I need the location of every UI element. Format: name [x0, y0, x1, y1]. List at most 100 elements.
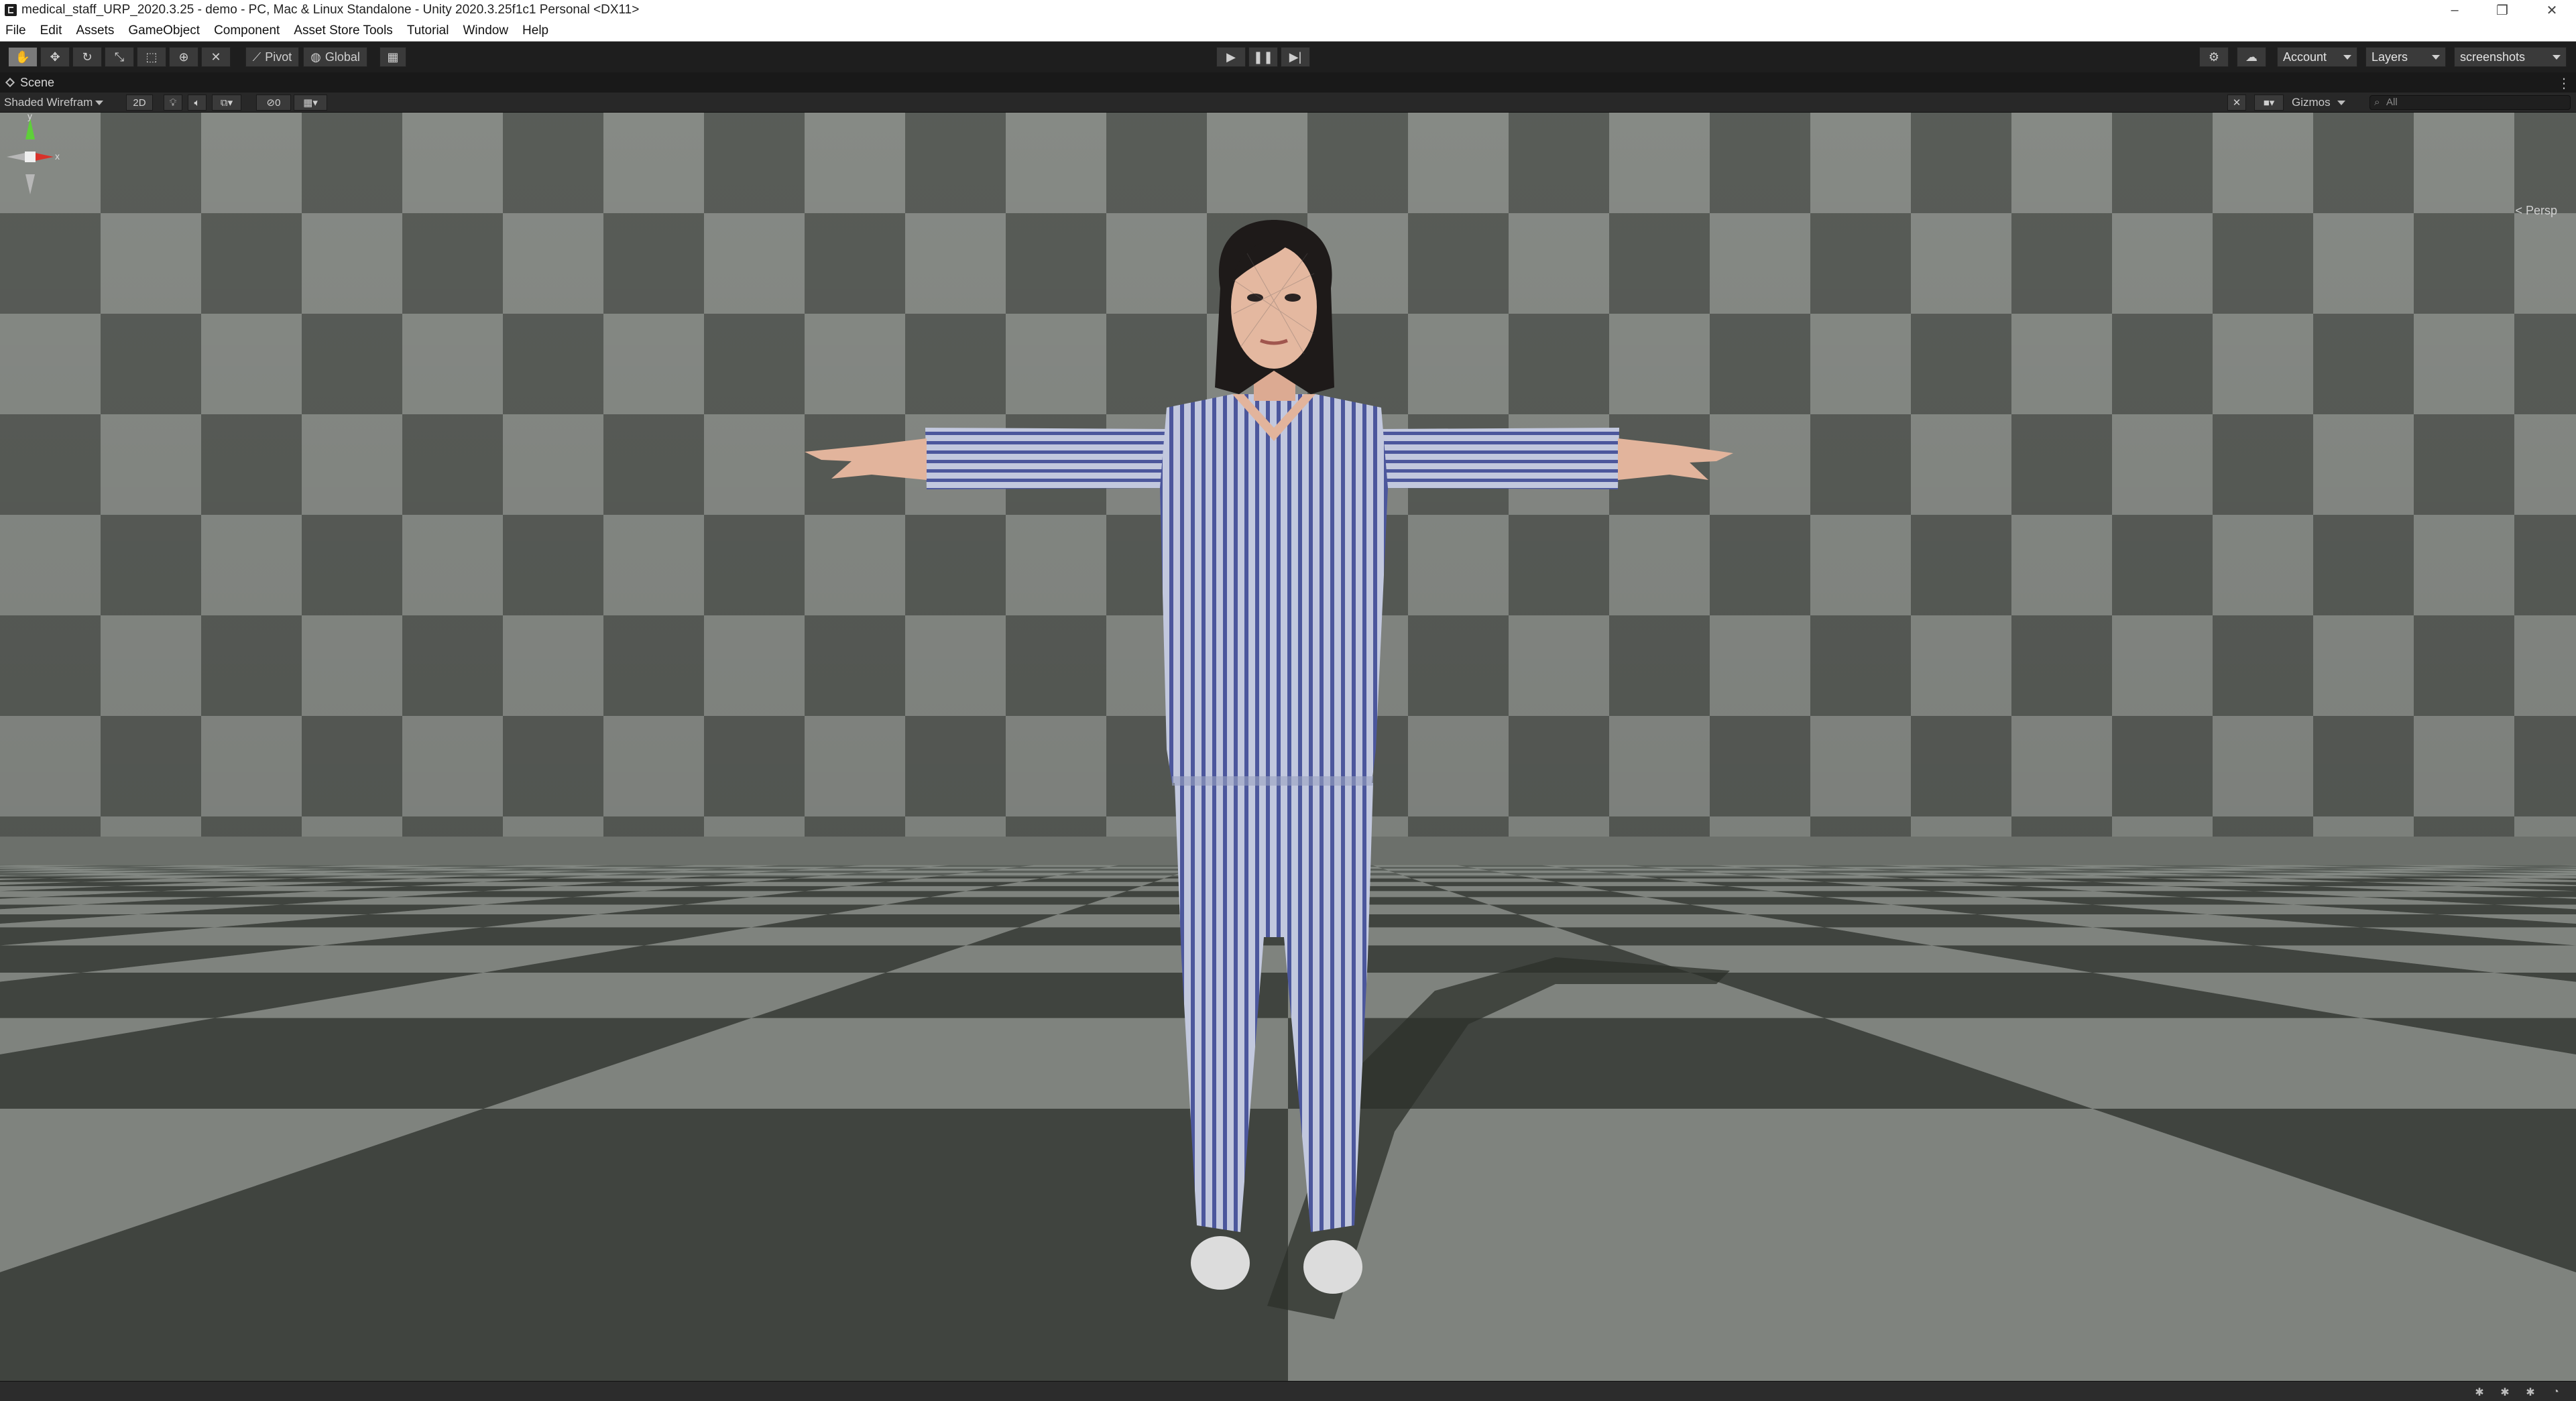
step-button[interactable]: ▶|	[1281, 47, 1310, 67]
left-arm	[925, 428, 1167, 489]
audio-toggle[interactable]: 🔈︎	[188, 95, 207, 111]
transform-tool-button[interactable]: ⊕	[169, 47, 198, 67]
floor-tile	[1411, 878, 1556, 882]
floor-tile	[966, 886, 1142, 892]
cloud-button[interactable]: ☁	[2237, 47, 2266, 67]
chevron-down-icon	[2553, 54, 2561, 60]
layers-label: Layers	[2372, 50, 2408, 64]
search-placeholder: All	[2386, 97, 2398, 108]
hand-tool-button[interactable]: ✋	[8, 47, 38, 67]
custom-tool-button[interactable]: ✕	[201, 47, 231, 67]
transform-tool-icon: ⊕	[178, 50, 189, 64]
grid-snap-button[interactable]: ▦	[379, 47, 406, 67]
camera-dropdown[interactable]: ■▾	[2254, 95, 2284, 111]
step-icon: ▶|	[1289, 50, 1302, 64]
collab-icon[interactable]: ✱	[2498, 1386, 2512, 1399]
layers-dropdown[interactable]: Layers	[2365, 47, 2446, 67]
right-slipper	[1303, 1240, 1362, 1294]
pause-button[interactable]: ❚❚	[1248, 47, 1278, 67]
menu-bar: File Edit Assets GameObject Component As…	[0, 21, 2576, 42]
grid-dropdown[interactable]: ▦▾	[294, 95, 327, 111]
menu-tutorial[interactable]: Tutorial	[407, 23, 449, 38]
main-toolbar: ✋ ✥ ↻ ⤡ ⬚ ⊕ ✕ ⟋ Pivot ◍ Global ▦ ▶ ❚❚ ▶| ⚙…	[0, 42, 2576, 72]
minimize-button[interactable]: –	[2439, 0, 2471, 21]
bug-icon[interactable]: ✱	[2473, 1386, 2486, 1399]
left-slipper	[1191, 1236, 1250, 1290]
account-label: Account	[2283, 50, 2327, 64]
floor-tile	[1020, 878, 1165, 882]
services-button[interactable]: ⚙	[2199, 47, 2229, 67]
menu-file[interactable]: File	[5, 23, 26, 38]
draw-mode-label: Shaded Wirefram	[4, 96, 93, 109]
more-options-icon[interactable]: ⋮	[2557, 75, 2571, 92]
menu-help[interactable]: Help	[522, 23, 548, 38]
progress-icon[interactable]: ◔	[2549, 1386, 2563, 1399]
projection-label[interactable]: < Persp	[2515, 204, 2557, 218]
camera-icon: ■▾	[2263, 97, 2275, 109]
chevron-down-icon	[2432, 54, 2440, 60]
scene-search-input[interactable]: ⌕ All	[2369, 95, 2571, 110]
hidden-objects-toggle[interactable]: ⊘ 0	[256, 95, 291, 111]
pause-icon: ❚❚	[1252, 50, 1274, 64]
tools-button[interactable]: ✕	[2227, 95, 2246, 111]
menu-component[interactable]: Component	[214, 23, 280, 38]
rotate-tool-icon: ↻	[82, 50, 93, 64]
play-button[interactable]: ▶	[1216, 47, 1246, 67]
shirt	[1160, 394, 1388, 783]
window-title: medical_staff_URP_2020.3.25 - demo - PC,…	[21, 3, 640, 17]
scene-viewport[interactable]: y x < Persp	[0, 113, 2576, 1381]
move-tool-icon: ✥	[50, 50, 60, 64]
layout-dropdown[interactable]: screenshots	[2454, 47, 2567, 67]
move-tool-button[interactable]: ✥	[40, 47, 70, 67]
title-bar: medical_staff_URP_2020.3.25 - demo - PC,…	[0, 0, 2576, 21]
scene-view-toolbar: Shaded Wirefram 2D 💡︎ 🔈︎ ⧉▾ ⊘ 0 ▦▾ ✕ ■▾ G…	[0, 93, 2576, 113]
gizmos-dropdown[interactable]: Gizmos	[2292, 94, 2345, 111]
right-arm	[1381, 428, 1619, 489]
rotate-tool-button[interactable]: ↻	[72, 47, 102, 67]
gizmo-x-label: x	[55, 151, 60, 162]
global-label: Global	[325, 50, 360, 64]
chevron-down-icon	[95, 100, 104, 105]
debug-icon[interactable]: ✱	[2524, 1386, 2537, 1399]
2d-toggle[interactable]: 2D	[126, 95, 153, 111]
rect-tool-icon: ⬚	[145, 50, 158, 64]
maximize-button[interactable]: ❐	[2486, 0, 2518, 21]
account-dropdown[interactable]: Account	[2277, 47, 2357, 67]
gizmos-label: Gizmos	[2292, 96, 2331, 109]
unity-logo-icon	[5, 4, 17, 16]
scale-tool-button[interactable]: ⤡	[105, 47, 134, 67]
pivot-toggle[interactable]: ⟋ Pivot	[245, 47, 299, 67]
close-button[interactable]: ✕	[2536, 0, 2568, 21]
chevron-down-icon	[2337, 100, 2345, 105]
services-icon: ⚙	[2208, 50, 2220, 64]
pivot-icon: ⟋	[252, 50, 261, 64]
menu-asset-store-tools[interactable]: Asset Store Tools	[294, 23, 393, 38]
draw-mode-dropdown[interactable]: Shaded Wirefram	[4, 94, 104, 111]
status-bar: ✱ ✱ ✱ ◔	[0, 1381, 2576, 1401]
floor-tile	[1422, 881, 1581, 886]
light-bulb-icon: 💡︎	[169, 97, 177, 109]
global-toggle[interactable]: ◍ Global	[303, 47, 367, 67]
scene-tab-bar: Scene ⋮	[0, 72, 2576, 93]
menu-window[interactable]: Window	[463, 23, 508, 38]
grid-icon: ▦▾	[303, 97, 318, 109]
menu-edit[interactable]: Edit	[40, 23, 62, 38]
scene-tab-label: Scene	[20, 75, 55, 89]
play-icon: ▶	[1226, 50, 1236, 64]
custom-tool-icon: ✕	[211, 50, 221, 64]
menu-gameobject[interactable]: GameObject	[128, 23, 200, 38]
effects-dropdown[interactable]: ⧉▾	[212, 95, 241, 111]
pivot-label: Pivot	[265, 50, 292, 64]
layout-label: screenshots	[2460, 50, 2526, 64]
tab-scene[interactable]: Scene	[5, 72, 54, 93]
tools-icon: ✕	[2232, 97, 2241, 109]
lighting-toggle[interactable]: 💡︎	[164, 95, 182, 111]
cloud-icon: ☁	[2245, 50, 2258, 64]
orientation-gizmo[interactable]: y x	[0, 113, 60, 206]
rect-tool-button[interactable]: ⬚	[137, 47, 166, 67]
menu-assets[interactable]: Assets	[76, 23, 114, 38]
grid-snap-icon: ▦	[387, 50, 399, 64]
effects-icon: ⧉▾	[220, 97, 233, 109]
scale-tool-icon: ⤡	[114, 50, 125, 64]
chevron-down-icon	[2343, 54, 2351, 60]
